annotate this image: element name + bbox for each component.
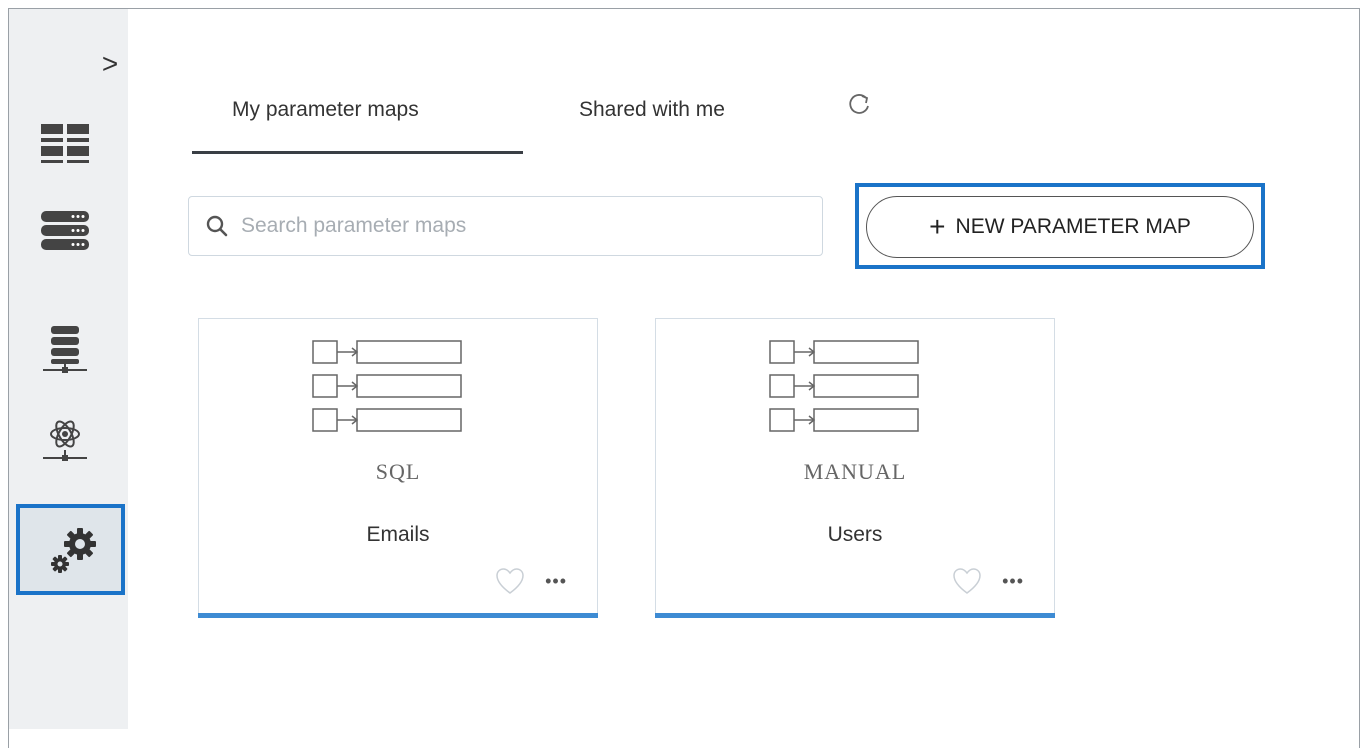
- card-accent-bar: [655, 613, 1055, 618]
- collapse-sidebar-button[interactable]: >: [98, 49, 122, 79]
- card-title: Emails: [366, 523, 430, 546]
- heart-icon[interactable]: [495, 567, 525, 595]
- new-parameter-map-label: NEW PARAMETER MAP: [955, 215, 1191, 238]
- active-tab-indicator: [192, 151, 523, 154]
- card-type-label: MANUAL: [803, 459, 907, 484]
- parameter-map-illustration-icon: [769, 340, 919, 432]
- more-options-icon[interactable]: •••: [545, 571, 567, 592]
- search-icon: [206, 215, 228, 237]
- more-options-icon[interactable]: •••: [1002, 571, 1024, 592]
- new-parameter-map-button[interactable]: + NEW PARAMETER MAP: [866, 196, 1254, 258]
- database-stack-icon: [41, 211, 89, 250]
- server-network-icon: [43, 326, 87, 373]
- refresh-icon[interactable]: [846, 90, 874, 118]
- plus-icon: +: [929, 211, 946, 242]
- parameter-map-illustration-icon: [312, 340, 462, 432]
- gears-icon: [50, 527, 96, 573]
- tab-my-parameter-maps[interactable]: My parameter maps: [232, 98, 419, 140]
- atom-network-icon: [43, 420, 87, 461]
- sidebar-item-dashboard[interactable]: [30, 112, 100, 172]
- parameter-map-card[interactable]: MANUAL Users •••: [655, 318, 1055, 618]
- tab-shared-with-me[interactable]: Shared with me: [579, 98, 725, 140]
- sidebar-item-storage[interactable]: [30, 200, 100, 260]
- sidebar-item-ai-network[interactable]: [30, 410, 100, 470]
- search-input[interactable]: [239, 213, 803, 239]
- sidebar-item-data-network[interactable]: [30, 318, 100, 378]
- card-accent-bar: [198, 613, 598, 618]
- card-title: Users: [827, 523, 883, 546]
- sidebar-item-settings[interactable]: [16, 504, 125, 595]
- grid-icon: [41, 124, 89, 163]
- parameter-map-card[interactable]: SQL Emails •••: [198, 318, 598, 618]
- search-box: [188, 196, 823, 256]
- card-type-label: SQL: [375, 459, 421, 484]
- heart-icon[interactable]: [952, 567, 982, 595]
